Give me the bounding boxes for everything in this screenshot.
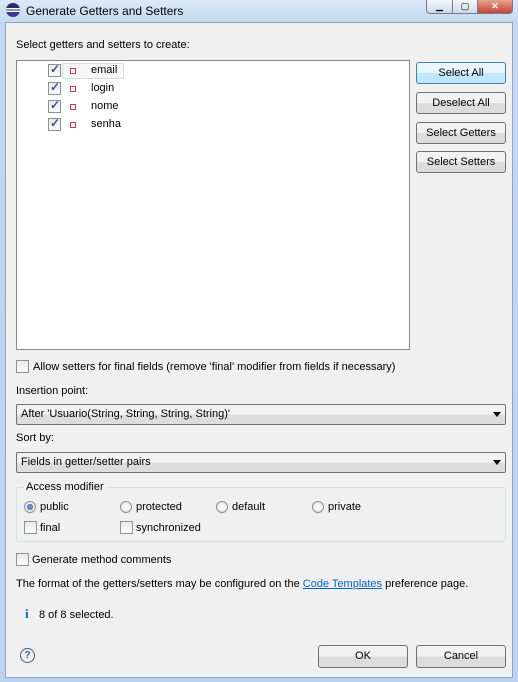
field-checkbox[interactable] xyxy=(48,116,61,131)
code-templates-link[interactable]: Code Templates xyxy=(303,578,382,590)
close-button[interactable]: ✕ xyxy=(477,0,513,14)
field-name: nome xyxy=(91,100,119,112)
title-bar: Generate Getters and Setters ▁ ▢ ✕ xyxy=(0,0,518,22)
format-text-after: preference page. xyxy=(382,578,469,590)
ok-button[interactable]: OK xyxy=(318,645,408,668)
field-icon xyxy=(70,86,76,92)
method-comments-checkbox[interactable] xyxy=(16,553,29,566)
status-text: 8 of 8 selected. xyxy=(39,609,114,621)
allow-final-checkbox[interactable] xyxy=(16,360,29,373)
dialog-window: Generate Getters and Setters ▁ ▢ ✕ Selec… xyxy=(0,0,518,682)
cancel-button[interactable]: Cancel xyxy=(416,645,506,668)
sort-by-value: Fields in getter/setter pairs xyxy=(21,456,151,468)
format-text-before: The format of the getters/setters may be… xyxy=(16,578,303,590)
field-icon xyxy=(70,122,76,128)
chevron-down-icon xyxy=(493,460,501,465)
list-item[interactable]: nome xyxy=(44,98,144,117)
access-modifier-label: Access modifier xyxy=(24,481,106,493)
help-icon[interactable]: ? xyxy=(20,648,35,663)
synchronized-checkbox[interactable] xyxy=(120,521,133,534)
radio-public[interactable] xyxy=(24,501,36,513)
radio-private[interactable] xyxy=(312,501,324,513)
field-name: login xyxy=(91,82,115,94)
eclipse-icon xyxy=(6,3,20,17)
info-icon: i xyxy=(25,606,29,621)
insertion-point-select[interactable]: After 'Usuario(String, String, String, S… xyxy=(16,404,506,425)
chevron-down-icon xyxy=(493,412,501,417)
allow-final-label: Allow setters for final fields (remove '… xyxy=(33,361,396,373)
field-icon xyxy=(70,68,76,74)
sort-by-select[interactable]: Fields in getter/setter pairs xyxy=(16,452,506,473)
radio-default[interactable] xyxy=(216,501,228,513)
radio-public-label: public xyxy=(40,501,69,513)
final-label: final xyxy=(40,522,61,534)
field-checkbox[interactable] xyxy=(48,62,61,77)
list-item[interactable]: senha xyxy=(44,116,144,135)
field-icon xyxy=(70,104,76,110)
field-checkbox[interactable] xyxy=(48,80,61,95)
synchronized-label: synchronized xyxy=(136,522,201,534)
field-name: email xyxy=(91,64,118,76)
radio-default-label: default xyxy=(232,501,266,513)
list-item[interactable]: email xyxy=(44,62,144,81)
select-getters-button[interactable]: Select Getters xyxy=(416,122,506,144)
field-checkbox[interactable] xyxy=(48,98,61,113)
final-checkbox[interactable] xyxy=(24,521,37,534)
select-all-button[interactable]: Select All xyxy=(416,62,506,84)
sort-by-label: Sort by: xyxy=(16,432,54,444)
insertion-point-label: Insertion point: xyxy=(16,385,89,397)
format-text: The format of the getters/setters may be… xyxy=(16,578,468,590)
select-setters-button[interactable]: Select Setters xyxy=(416,151,506,173)
prompt-label: Select getters and setters to create: xyxy=(16,39,190,51)
minimize-button[interactable]: ▁ xyxy=(426,0,453,14)
insertion-point-value: After 'Usuario(String, String, String, S… xyxy=(21,408,230,420)
deselect-all-button[interactable]: Deselect All xyxy=(416,92,506,114)
field-name: senha xyxy=(91,118,121,130)
radio-protected-label: protected xyxy=(136,501,182,513)
method-comments-label: Generate method comments xyxy=(32,554,172,566)
window-title: Generate Getters and Setters xyxy=(26,4,184,18)
radio-private-label: private xyxy=(328,501,362,513)
list-item[interactable]: login xyxy=(44,80,144,99)
maximize-button[interactable]: ▢ xyxy=(452,0,478,14)
radio-protected[interactable] xyxy=(120,501,132,513)
access-modifier-group xyxy=(16,487,506,542)
